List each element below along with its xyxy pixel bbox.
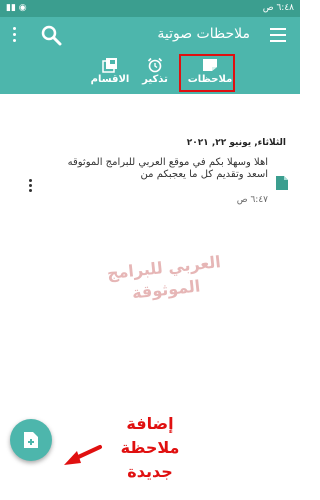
app-bar: ملاحظات صوتية ملاحظات تذكير الاقسام [0, 17, 300, 94]
sections-icon [80, 57, 140, 73]
note-time: ٦:٤٧ ص [236, 195, 268, 205]
status-icons: ▮▮ ◉ [6, 3, 27, 13]
annotation-line2: جديدة [127, 462, 173, 481]
arrow-icon [60, 443, 104, 469]
add-note-icon [24, 432, 38, 448]
annotation-label: إضافة ملاحظة جديدة [100, 412, 200, 484]
note-text: اهلا وسهلا بكم في موقع العربي للبرامج ال… [67, 157, 268, 180]
more-options-icon[interactable] [11, 27, 17, 45]
annotation-line1: إضافة ملاحظة [120, 414, 180, 457]
date-header: الثلاثاء, يونيو ٢٢, ٢٠٢١ [186, 138, 286, 148]
watermark: العربي للبرامج الموثوقة [106, 252, 222, 303]
tab-sections-label: الاقسام [90, 74, 130, 85]
note-file-icon [276, 175, 288, 190]
search-icon[interactable] [40, 24, 62, 46]
note-item[interactable]: اهلا وسهلا بكم في موقع العربي للبرامج ال… [0, 153, 300, 205]
tab-sections[interactable]: الاقسام [80, 57, 140, 93]
status-time: ٦:٤٨ ص [262, 3, 294, 13]
note-more-icon[interactable] [28, 179, 33, 193]
status-bar: ▮▮ ◉ ٦:٤٨ ص [0, 0, 300, 17]
hamburger-menu-icon[interactable] [270, 28, 286, 42]
add-note-button[interactable] [10, 419, 52, 461]
highlight-box [179, 54, 235, 92]
app-title: ملاحظات صوتية [157, 26, 250, 42]
